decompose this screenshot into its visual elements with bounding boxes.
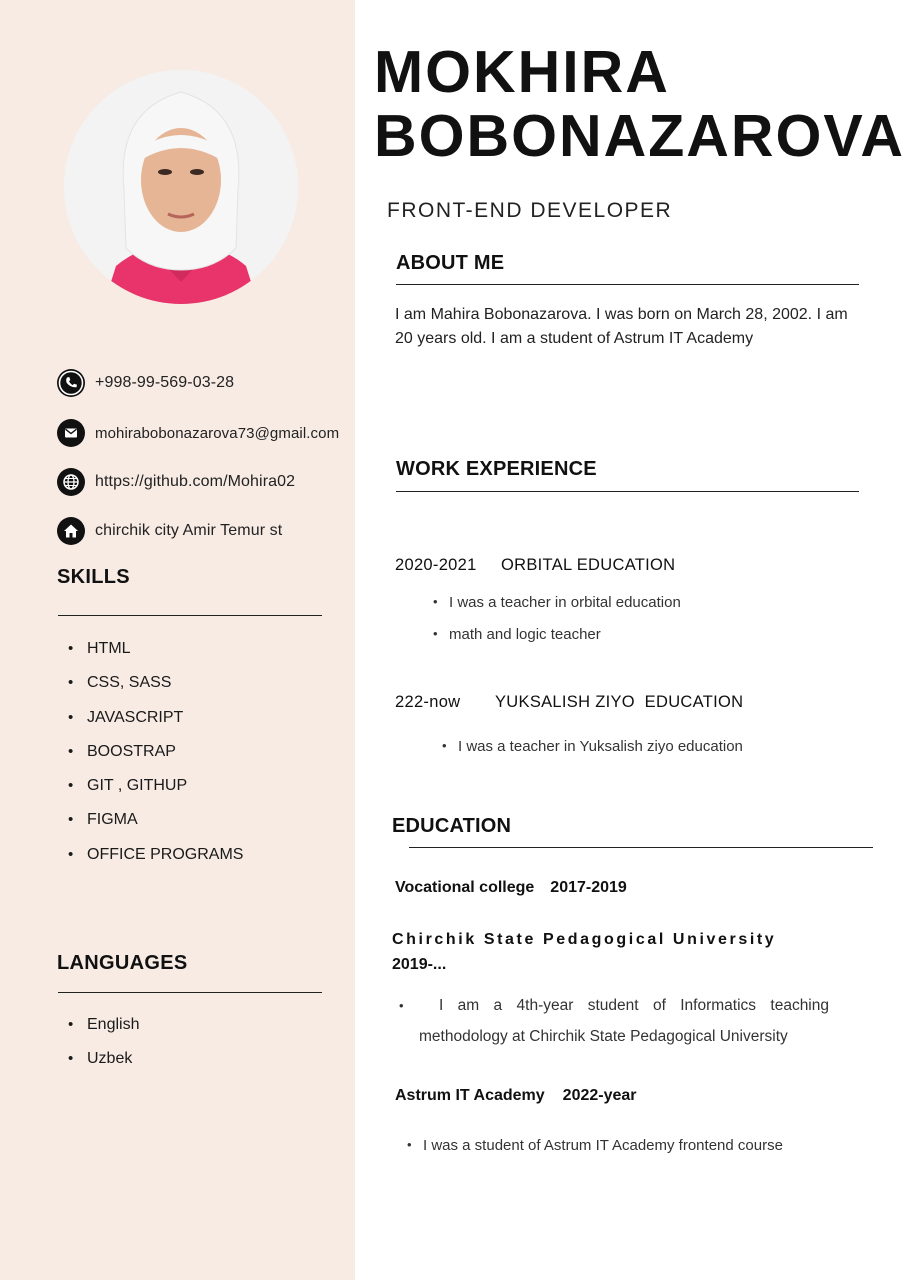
work-heading: WORK EXPERIENCE: [396, 458, 597, 480]
list-item: English: [68, 1015, 139, 1049]
bullet-dot: •: [399, 998, 404, 1013]
edu-school: Chirchik State Pedagogical University: [392, 931, 777, 948]
name-first: MOKHIRA: [374, 39, 670, 105]
contact-email[interactable]: mohirabobonazarova73@gmail.com: [57, 418, 357, 448]
job-entry-2: 222-now YUKSALISH ZIYO EDUCATION: [395, 693, 743, 712]
languages-divider: [58, 992, 322, 993]
github-text: https://github.com/Mohira02: [95, 473, 296, 490]
list-item: OFFICE PROGRAMS: [68, 845, 243, 879]
work-divider: [396, 491, 859, 492]
list-item: FIGMA: [68, 810, 243, 844]
list-item: GIT , GITHUP: [68, 776, 243, 810]
phone-text: +998-99-569-03-28: [95, 374, 235, 391]
contact-address: chirchik city Amir Temur st: [57, 516, 357, 546]
skills-heading: SKILLS: [57, 566, 130, 588]
job-years: 2020-2021: [395, 556, 477, 574]
education-heading: EDUCATION: [392, 815, 512, 837]
list-item: JAVASCRIPT: [68, 708, 243, 742]
list-item: BOOSTRAP: [68, 742, 243, 776]
job-years: 222-now: [395, 693, 461, 711]
list-item: CSS, SASS: [68, 673, 243, 707]
edu-school: Vocational college: [395, 879, 535, 896]
phone-icon: [57, 369, 85, 397]
list-item: HTML: [68, 639, 243, 673]
education-entry-3: Astrum IT Academy 2022-year: [395, 1087, 637, 1105]
contact-github[interactable]: https://github.com/Mohira02: [57, 467, 357, 497]
about-heading: ABOUT ME: [396, 252, 505, 274]
email-icon: [57, 419, 85, 447]
job-role: FRONT-END DEVELOPER: [387, 199, 673, 222]
page-title: MOKHIRA BOBONAZAROVA: [374, 40, 905, 168]
languages-heading: LANGUAGES: [57, 952, 188, 974]
job-bullet: math and logic teacher: [433, 626, 601, 643]
languages-list: English Uzbek: [68, 1015, 139, 1084]
edu-description: I am a 4th-year student of Informatics t…: [419, 997, 829, 1045]
email-text: mohirabobonazarova73@gmail.com: [95, 424, 340, 442]
education-text-block: • I am a 4th-year student of Informatics…: [399, 990, 829, 1052]
contact-phone: +998-99-569-03-28: [57, 368, 357, 398]
profile-photo: [64, 70, 298, 304]
job-bullet: I was a teacher in Yuksalish ziyo educat…: [442, 738, 743, 755]
job-bullet: I was a teacher in orbital education: [433, 594, 681, 611]
address-text: chirchik city Amir Temur st: [95, 522, 283, 539]
edu-years: 2022-year: [562, 1087, 637, 1104]
job-org: ORBITAL EDUCATION: [501, 556, 676, 574]
job-entry-1: 2020-2021 ORBITAL EDUCATION: [395, 556, 675, 575]
about-text: I am Mahira Bobonazarova. I was born on …: [395, 306, 848, 347]
skills-divider: [58, 615, 322, 616]
globe-icon: [57, 468, 85, 496]
skills-list: HTML CSS, SASS JAVASCRIPT BOOSTRAP GIT ,…: [68, 639, 243, 879]
edu-years: 2019-...: [392, 956, 447, 973]
home-icon: [57, 517, 85, 545]
name-last: BOBONAZAROVA: [374, 103, 905, 169]
about-divider: [396, 284, 859, 285]
education-entry-1: Vocational college 2017-2019: [395, 879, 627, 897]
edu-school: Astrum IT Academy: [395, 1087, 545, 1104]
job-org: YUKSALISH ZIYO EDUCATION: [495, 693, 744, 711]
education-divider: [409, 847, 873, 848]
edu-bullet: I was a student of Astrum IT Academy fro…: [407, 1137, 783, 1154]
list-item: Uzbek: [68, 1049, 139, 1083]
edu-years: 2017-2019: [550, 879, 627, 896]
